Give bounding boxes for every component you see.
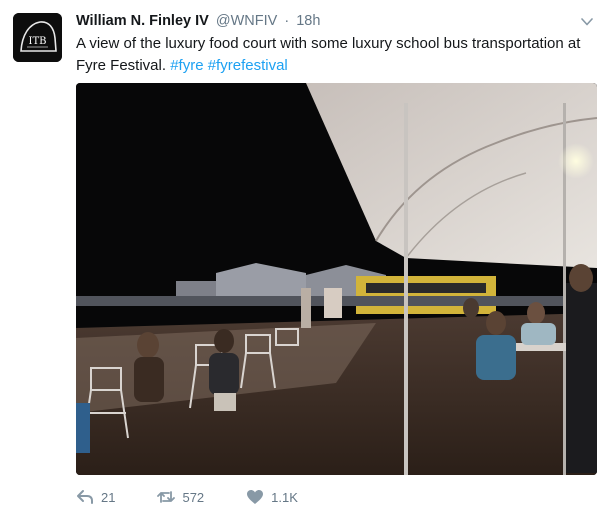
timestamp[interactable]: 18h [296, 13, 320, 29]
avatar-label: ITB [29, 36, 47, 47]
reply-button[interactable]: 21 [76, 489, 115, 505]
avatar[interactable]: ITB [13, 13, 62, 62]
separator: · [284, 13, 290, 29]
caret-down-icon[interactable] [581, 14, 593, 26]
retweet-button[interactable]: 572 [157, 489, 204, 505]
tweet-actions: 21 572 1.1K [76, 487, 340, 507]
hashtag-fyre[interactable]: #fyre [170, 57, 203, 74]
retweet-count: 572 [182, 489, 205, 505]
hashtag-fyrefestival[interactable]: #fyrefestival [208, 57, 288, 74]
tweet-body: A view of the luxury food court with som… [76, 35, 581, 74]
heart-icon [246, 489, 264, 505]
reply-count: 21 [101, 489, 116, 505]
like-button[interactable]: 1.1K [246, 489, 298, 505]
photo-scene [76, 83, 597, 475]
author-name[interactable]: William N. Finley IV [76, 13, 209, 29]
author-handle[interactable]: @WNFIV [216, 13, 277, 29]
like-count: 1.1K [271, 489, 298, 505]
tweet: ITB William N. Finley IV @WNFIV · 18h A … [0, 0, 611, 517]
tweet-text: A view of the luxury food court with som… [76, 33, 601, 77]
tweet-photo[interactable] [76, 83, 597, 475]
retweet-icon [157, 489, 176, 505]
tweet-header: William N. Finley IV @WNFIV · 18h [76, 11, 571, 31]
reply-icon [76, 489, 94, 505]
avatar-logo-icon: ITB [13, 13, 62, 62]
